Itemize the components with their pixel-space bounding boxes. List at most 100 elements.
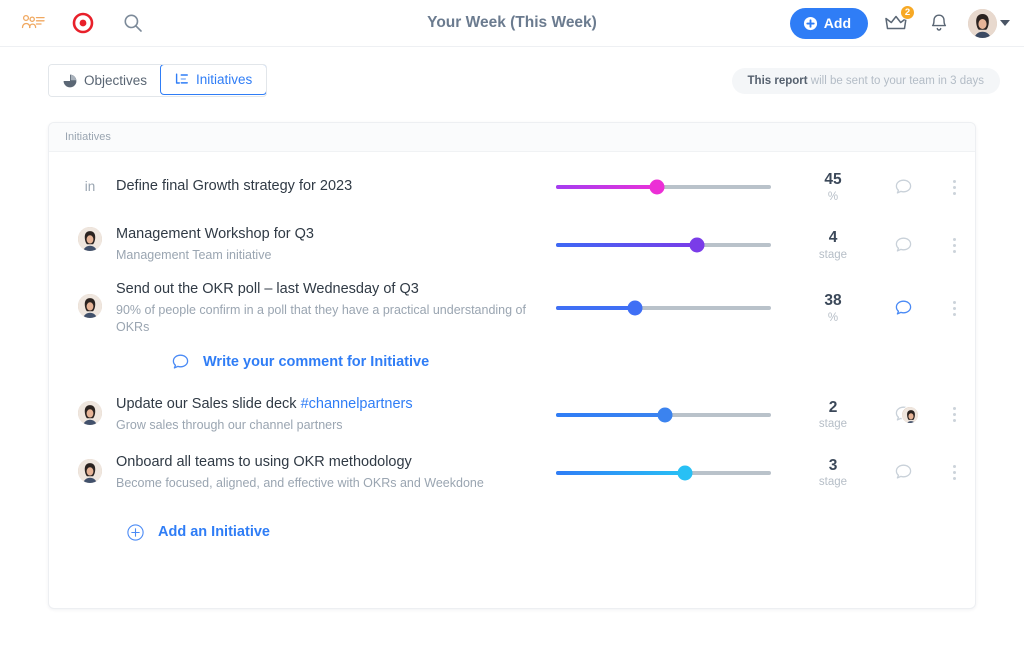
initiative-title[interactable]: Onboard all teams to using OKR methodolo…	[116, 453, 533, 473]
slider-fill	[555, 470, 685, 475]
comment-button[interactable]	[873, 405, 933, 424]
comment-bubble-icon	[895, 300, 911, 315]
row-avatar	[77, 227, 103, 252]
initiative-title-text: Update our Sales slide deck	[116, 396, 301, 413]
row-main: Send out the OKR poll – last Wednesday o…	[49, 280, 533, 337]
row-menu-button[interactable]	[933, 237, 975, 253]
comment-button[interactable]	[873, 299, 933, 318]
slider-thumb[interactable]	[657, 407, 673, 423]
avatar	[78, 227, 102, 252]
slider-fill	[555, 185, 657, 189]
row-avatar: in	[77, 179, 103, 194]
row-avatar	[77, 401, 103, 426]
row-text: Onboard all teams to using OKR methodolo…	[116, 453, 533, 492]
value-display: 38 %	[793, 292, 873, 324]
slider-track[interactable]	[555, 179, 771, 195]
row-menu-button[interactable]	[933, 300, 975, 316]
comment-button[interactable]	[873, 463, 933, 482]
initiative-subtitle: Become focused, aligned, and effective w…	[116, 475, 484, 490]
initiatives-card: Initiatives in Define final Growth strat…	[48, 122, 976, 609]
slider-thumb[interactable]	[677, 465, 692, 481]
user-menu[interactable]	[968, 8, 1010, 38]
avatar	[968, 8, 997, 38]
progress-slider[interactable]	[533, 237, 793, 253]
value-number: 4	[828, 229, 838, 247]
slider-thumb[interactable]	[627, 300, 643, 316]
value-unit: stage	[818, 476, 848, 489]
slider-track[interactable]	[555, 407, 771, 423]
row-text: Update our Sales slide deck #channelpart…	[116, 395, 533, 434]
top-bar-right-controls: Add 2	[789, 5, 1010, 39]
row-avatar	[77, 459, 103, 484]
comment-compose-label[interactable]: Write your comment for Initiative	[203, 354, 429, 370]
pie-chart-icon	[63, 74, 77, 87]
value-number: 3	[828, 456, 838, 474]
progress-slider[interactable]	[533, 300, 793, 316]
team-list-icon[interactable]	[18, 8, 48, 38]
tab-objectives[interactable]: Objectives	[49, 65, 162, 96]
more-vertical-icon	[952, 237, 956, 253]
progress-slider[interactable]	[533, 179, 793, 195]
slider-thumb[interactable]	[649, 179, 665, 195]
view-tabs: Objectives Initiatives	[48, 64, 268, 97]
comment-button[interactable]	[873, 236, 933, 255]
progress-slider[interactable]	[533, 465, 793, 481]
notifications-bell-button[interactable]	[924, 8, 954, 38]
row-main: Management Workshop for Q3 Management Te…	[49, 225, 533, 264]
initiative-title[interactable]: Management Workshop for Q3	[116, 225, 533, 245]
initiative-hashtag[interactable]: #channelpartners	[301, 396, 413, 412]
avatar	[78, 459, 102, 484]
top-bar-left-icons	[18, 8, 148, 38]
add-button-label: Add	[823, 15, 851, 31]
add-initiative-label[interactable]: Add an Initiative	[158, 524, 270, 540]
report-notice: This report will be sent to your team in…	[731, 67, 1000, 94]
bell-icon	[931, 14, 947, 31]
value-unit: stage	[818, 418, 848, 431]
comment-button[interactable]	[873, 178, 933, 197]
value-display: 4 stage	[793, 229, 873, 261]
search-icon[interactable]	[118, 8, 148, 38]
avatar	[78, 401, 102, 426]
top-navigation-bar: Your Week (This Week) Add 2	[0, 0, 1024, 47]
progress-slider[interactable]	[533, 407, 793, 423]
value-display: 2 stage	[793, 399, 873, 431]
row-menu-button[interactable]	[933, 179, 975, 195]
more-vertical-icon	[952, 300, 956, 316]
initiative-title[interactable]: Update our Sales slide deck #channelpart…	[116, 395, 533, 415]
table-row[interactable]: in Define final Growth strategy for 2023…	[49, 158, 975, 216]
initiative-title[interactable]: Define final Growth strategy for 2023	[116, 177, 533, 197]
add-initiative-button[interactable]: Add an Initiative	[49, 502, 975, 541]
initiative-title-text: Onboard all teams to using OKR methodolo…	[116, 454, 412, 471]
add-button[interactable]: Add	[789, 7, 868, 39]
table-row[interactable]: Update our Sales slide deck #channelpart…	[49, 386, 975, 444]
row-menu-button[interactable]	[933, 465, 975, 481]
tab-objectives-label: Objectives	[84, 73, 148, 88]
crown-badge-count: 2	[900, 5, 915, 20]
hierarchy-list-icon	[175, 73, 188, 84]
row-main: in Define final Growth strategy for 2023	[49, 177, 533, 197]
tab-initiatives[interactable]: Initiatives	[160, 65, 267, 95]
more-vertical-icon	[952, 465, 956, 481]
plus-circle-icon	[803, 16, 817, 30]
slider-fill	[555, 243, 698, 247]
value-unit: %	[827, 312, 839, 325]
value-unit: stage	[818, 248, 848, 261]
table-row[interactable]: Send out the OKR poll – last Wednesday o…	[49, 274, 975, 343]
table-row[interactable]: Management Workshop for Q3 Management Te…	[49, 216, 975, 274]
report-notice-bold: This report	[747, 74, 808, 87]
slider-track[interactable]	[555, 237, 771, 253]
slider-thumb[interactable]	[689, 237, 705, 253]
more-vertical-icon	[952, 179, 956, 195]
crown-button[interactable]: 2	[882, 5, 915, 37]
slider-track[interactable]	[555, 300, 771, 316]
tab-initiatives-label: Initiatives	[196, 72, 253, 87]
comment-compose[interactable]: Write your comment for Initiative	[49, 343, 975, 386]
row-menu-button[interactable]	[933, 407, 975, 423]
slider-track[interactable]	[555, 465, 771, 481]
initiative-subtitle: Management Team initiative	[116, 248, 272, 263]
initiative-title[interactable]: Send out the OKR poll – last Wednesday o…	[116, 280, 533, 300]
slider-fill	[555, 306, 636, 311]
target-icon[interactable]	[68, 8, 98, 38]
table-row[interactable]: Onboard all teams to using OKR methodolo…	[49, 444, 975, 502]
value-unit: %	[827, 190, 839, 203]
